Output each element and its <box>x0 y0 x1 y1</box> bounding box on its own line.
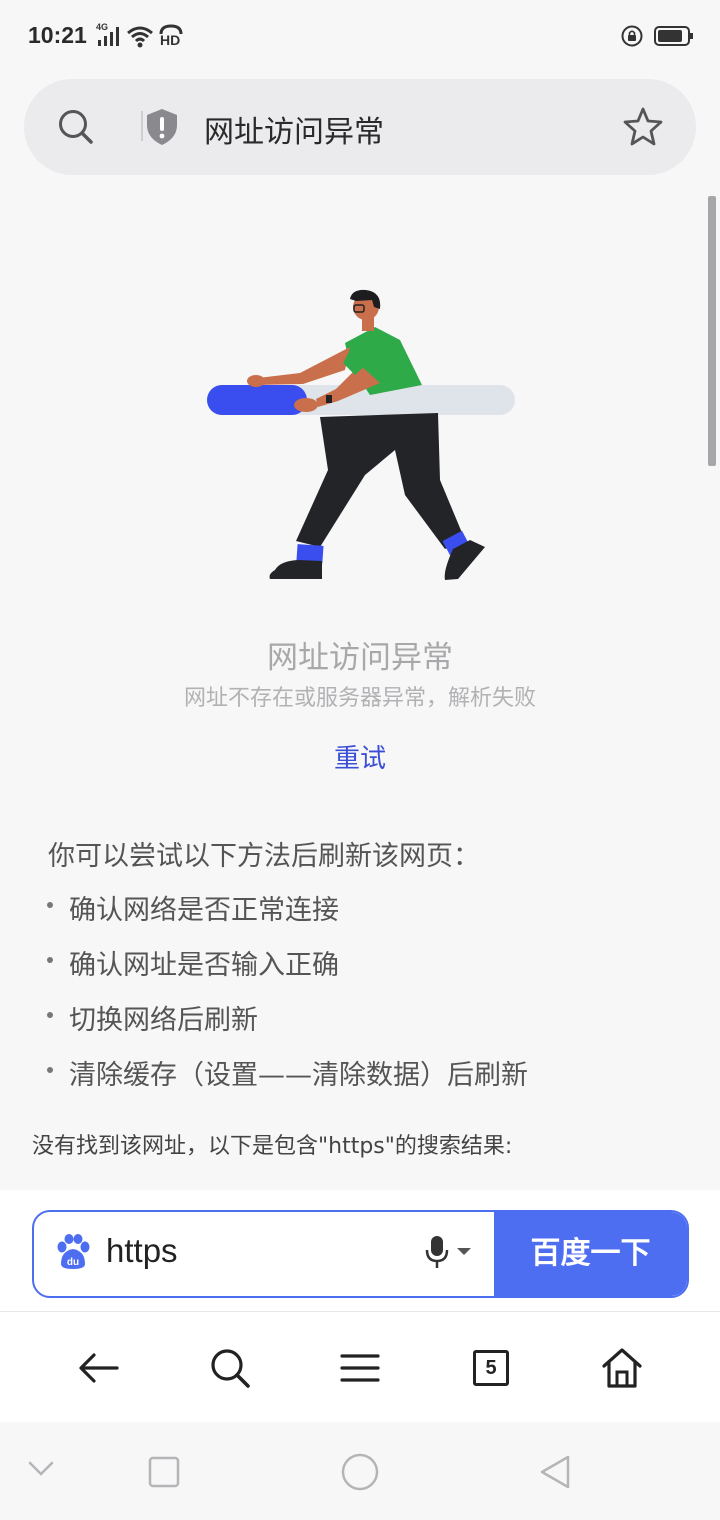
rotation-lock-icon <box>620 24 644 52</box>
bullet-dot <box>47 957 53 963</box>
baidu-paw-icon: du <box>56 1234 90 1274</box>
search-icon[interactable] <box>56 107 96 151</box>
list-item: 切换网络后刷新 <box>44 998 528 1053</box>
chevron-down-icon <box>457 1248 471 1255</box>
chevron-down-icon[interactable] <box>28 1460 54 1482</box>
search-icon[interactable] <box>208 1346 252 1390</box>
list-item: 清除缓存（设置——清除数据）后刷新 <box>44 1053 528 1108</box>
address-bar-title[interactable]: 网址访问异常 <box>204 107 384 151</box>
address-bar[interactable]: 网址访问异常 <box>24 79 696 175</box>
wifi-icon <box>126 24 154 48</box>
search-box[interactable]: du https 百度一下 <box>32 1210 689 1298</box>
tabs-icon[interactable]: 5 <box>469 1346 513 1390</box>
voice-input-button[interactable] <box>424 1234 472 1270</box>
search-results-note: 没有找到该网址，以下是包含"https"的搜索结果: <box>32 1134 513 1159</box>
shield-warning-icon[interactable] <box>144 107 180 151</box>
error-subtitle: 网址不存在或服务器异常，解析失败 <box>183 686 536 711</box>
bullet-dot <box>47 1067 53 1073</box>
list-item: 确认网络是否正常连接 <box>44 888 528 943</box>
svg-text:du: du <box>67 1257 79 1268</box>
status-icons-left: 4G HD <box>96 22 184 48</box>
microphone-icon <box>425 1236 449 1268</box>
battery-icon <box>654 25 694 51</box>
menu-icon[interactable] <box>338 1346 382 1390</box>
list-item: 确认网址是否输入正确 <box>44 943 528 998</box>
hd-call-icon: HD <box>158 24 184 48</box>
retry-button[interactable]: 重试 <box>310 738 410 775</box>
bullet-dot <box>47 902 53 908</box>
status-icons-right <box>620 24 694 52</box>
back-arrow-icon[interactable] <box>77 1346 121 1390</box>
home-circle-icon[interactable] <box>341 1453 379 1495</box>
scrollbar-thumb[interactable] <box>708 196 716 466</box>
recents-square-icon[interactable] <box>148 1456 180 1492</box>
tip-text: 清除缓存（设置——清除数据）后刷新 <box>69 1060 528 1091</box>
status-bar: 10:21 4G HD <box>0 0 720 72</box>
system-nav-bar <box>0 1422 720 1520</box>
tabs-count: 5 <box>485 1357 497 1379</box>
browser-bottom-nav: 5 <box>0 1312 720 1422</box>
star-icon[interactable] <box>622 105 664 151</box>
status-time: 10:21 <box>28 22 87 48</box>
tip-text: 确认网络是否正常连接 <box>69 895 339 926</box>
bullet-dot <box>47 1012 53 1018</box>
hd-label: HD <box>160 32 181 48</box>
tabs-count-box: 5 <box>473 1350 509 1386</box>
tip-text: 切换网络后刷新 <box>69 1005 258 1036</box>
address-bar-divider <box>141 111 143 141</box>
tip-text: 确认网址是否输入正确 <box>69 950 339 981</box>
tips-list: 确认网络是否正常连接 确认网址是否输入正确 切换网络后刷新 清除缓存（设置——清… <box>44 888 528 1108</box>
search-submit-button[interactable]: 百度一下 <box>494 1212 687 1296</box>
tips-heading: 你可以尝试以下方法后刷新该网页： <box>48 841 480 872</box>
home-icon[interactable] <box>600 1346 644 1390</box>
signal-icon: 4G <box>96 22 122 48</box>
search-input[interactable]: https <box>106 1232 178 1270</box>
error-illustration <box>200 285 520 595</box>
error-title: 网址访问异常 <box>267 640 453 676</box>
back-triangle-icon[interactable] <box>538 1454 572 1494</box>
search-panel: du https 百度一下 <box>0 1190 720 1312</box>
